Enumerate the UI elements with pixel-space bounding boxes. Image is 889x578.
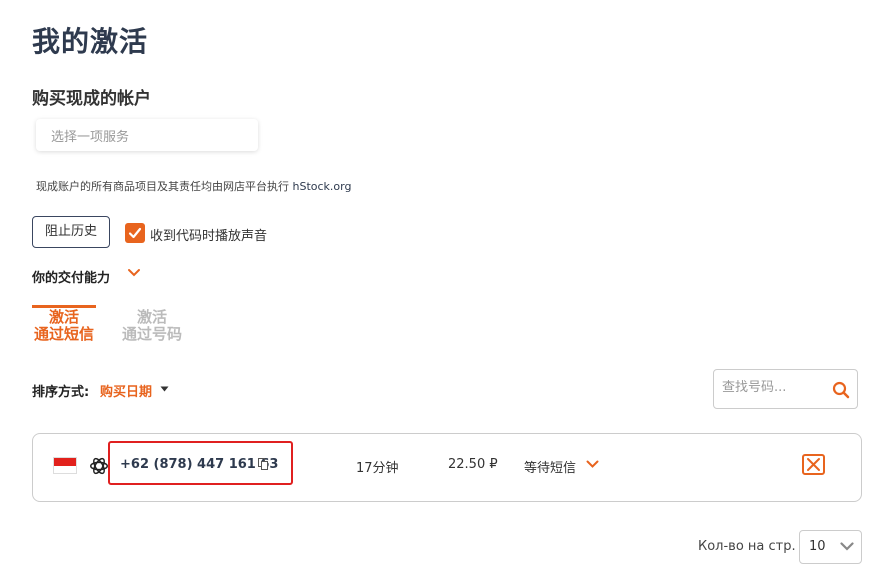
- checkmark-icon: [128, 227, 142, 239]
- indonesia-flag-icon: [53, 457, 77, 474]
- tab-line2: 通过号码: [121, 325, 182, 343]
- sound-checkbox-label[interactable]: 收到代码时播放声音: [150, 225, 267, 244]
- search-input[interactable]: [722, 380, 822, 395]
- service-select[interactable]: 选择一项服务: [36, 119, 258, 151]
- close-icon: [807, 458, 820, 471]
- tab-activation-number[interactable]: 激活 通过号码: [120, 309, 184, 343]
- per-page-label: Кол-во на стр.: [698, 539, 796, 554]
- hstock-link[interactable]: hStock.org: [293, 180, 352, 193]
- time-left: 17分钟: [356, 461, 399, 476]
- sound-checkbox[interactable]: [125, 223, 145, 243]
- delivery-ability-label[interactable]: 你的交付能力: [32, 267, 110, 286]
- tab-line1: 激活: [136, 308, 167, 326]
- ready-accounts-note: 现成账户的所有商品项目及其责任均由网店平台执行 hStock.org: [36, 178, 351, 194]
- phone-number[interactable]: +62 (878) 447 161 63: [120, 457, 278, 472]
- copy-icon[interactable]: [258, 458, 268, 470]
- openai-icon: [90, 457, 108, 475]
- tab-activation-sms[interactable]: 激活 通过短信: [32, 309, 96, 343]
- cancel-activation-button[interactable]: [802, 454, 825, 475]
- note-text: 现成账户的所有商品项目及其责任均由网店平台执行: [36, 180, 293, 193]
- service-select-placeholder: 选择一项服务: [51, 130, 130, 145]
- chevron-down-icon: [840, 542, 854, 551]
- block-history-button[interactable]: 阻止历史: [32, 216, 110, 248]
- page-title: 我的激活: [32, 25, 149, 58]
- sort-dropdown[interactable]: 购买日期: [100, 381, 152, 400]
- chevron-down-icon[interactable]: [586, 460, 599, 469]
- price: 22.50 ₽: [448, 457, 498, 472]
- tab-line1: 激活: [48, 308, 79, 326]
- per-page-select[interactable]: 10: [799, 530, 862, 564]
- tab-line2: 通过短信: [33, 325, 94, 343]
- sort-label: 排序方式:: [32, 385, 90, 400]
- chevron-down-icon[interactable]: [127, 268, 141, 278]
- per-page-value: 10: [809, 539, 826, 554]
- search-icon[interactable]: [832, 381, 850, 399]
- caret-down-icon[interactable]: [160, 386, 169, 392]
- number-search[interactable]: [713, 369, 858, 409]
- status-text[interactable]: 等待短信: [524, 457, 576, 476]
- purchase-section-title: 购买现成的帐户: [32, 89, 151, 109]
